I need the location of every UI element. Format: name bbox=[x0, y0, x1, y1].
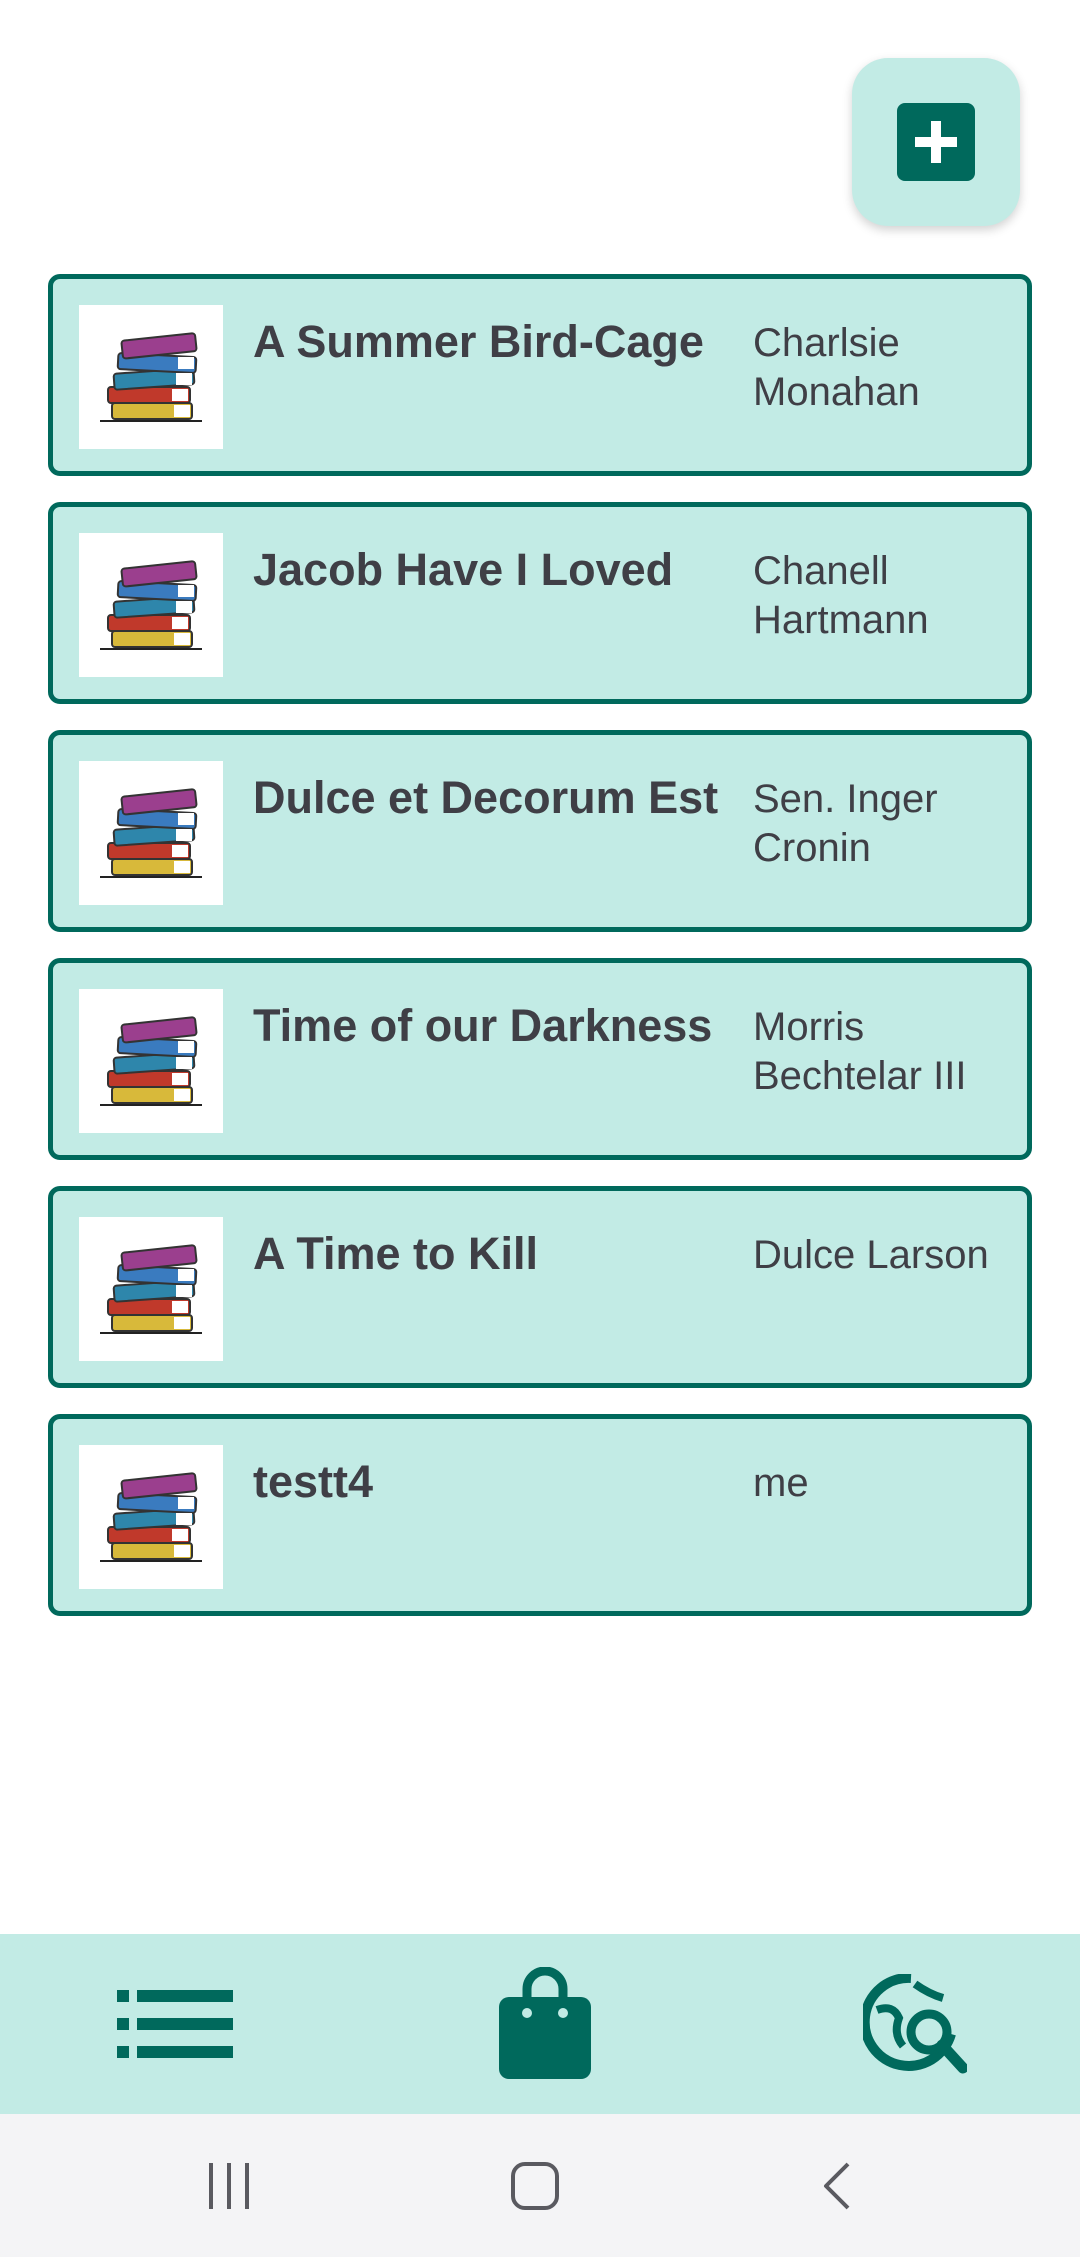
add-book-button[interactable] bbox=[852, 58, 1020, 226]
nav-shop-tab[interactable] bbox=[430, 1934, 660, 2114]
book-title: Dulce et Decorum Est bbox=[253, 772, 719, 823]
home-icon bbox=[511, 2161, 559, 2210]
book-author: Charlsie Monahan bbox=[753, 321, 920, 414]
recents-icon bbox=[209, 2162, 249, 2209]
bottom-navigation bbox=[0, 1934, 1080, 2114]
books-stack-icon bbox=[79, 989, 223, 1133]
book-card[interactable]: Time of our Darkness Morris Bechtelar II… bbox=[48, 958, 1032, 1160]
globe-search-icon bbox=[863, 1974, 967, 2074]
book-title: A Summer Bird-Cage bbox=[253, 316, 704, 367]
back-button[interactable] bbox=[768, 2114, 908, 2257]
plus-icon bbox=[897, 103, 975, 181]
system-navigation-bar bbox=[0, 2114, 1080, 2257]
home-button[interactable] bbox=[465, 2114, 605, 2257]
book-card[interactable]: A Summer Bird-Cage Charlsie Monahan bbox=[48, 274, 1032, 476]
book-card[interactable]: Jacob Have I Loved Chanell Hartmann bbox=[48, 502, 1032, 704]
book-title: A Time to Kill bbox=[253, 1228, 539, 1279]
book-author: Chanell Hartmann bbox=[753, 549, 929, 642]
books-stack-icon bbox=[79, 1445, 223, 1589]
recents-button[interactable] bbox=[160, 2114, 300, 2257]
list-icon bbox=[117, 1990, 233, 2058]
book-author: me bbox=[753, 1461, 809, 1505]
book-title: Time of our Darkness bbox=[253, 1000, 713, 1051]
book-card[interactable]: Dulce et Decorum Est Sen. Inger Cronin bbox=[48, 730, 1032, 932]
book-list: A Summer Bird-Cage Charlsie Monahan Jaco… bbox=[48, 274, 1032, 1642]
nav-list-tab[interactable] bbox=[60, 1934, 290, 2114]
shopping-bag-icon bbox=[499, 1967, 591, 2079]
books-stack-icon bbox=[79, 761, 223, 905]
book-card[interactable]: A Time to Kill Dulce Larson bbox=[48, 1186, 1032, 1388]
book-author: Dulce Larson bbox=[753, 1233, 989, 1277]
book-author: Morris Bechtelar III bbox=[753, 1005, 967, 1098]
books-stack-icon bbox=[79, 533, 223, 677]
book-title: testt4 bbox=[253, 1456, 374, 1507]
book-author: Sen. Inger Cronin bbox=[753, 777, 938, 870]
book-card[interactable]: testt4 me bbox=[48, 1414, 1032, 1616]
books-stack-icon bbox=[79, 1217, 223, 1361]
back-icon bbox=[824, 2162, 850, 2209]
nav-explore-tab[interactable] bbox=[800, 1934, 1030, 2114]
books-stack-icon bbox=[79, 305, 223, 449]
book-title: Jacob Have I Loved bbox=[253, 544, 674, 595]
